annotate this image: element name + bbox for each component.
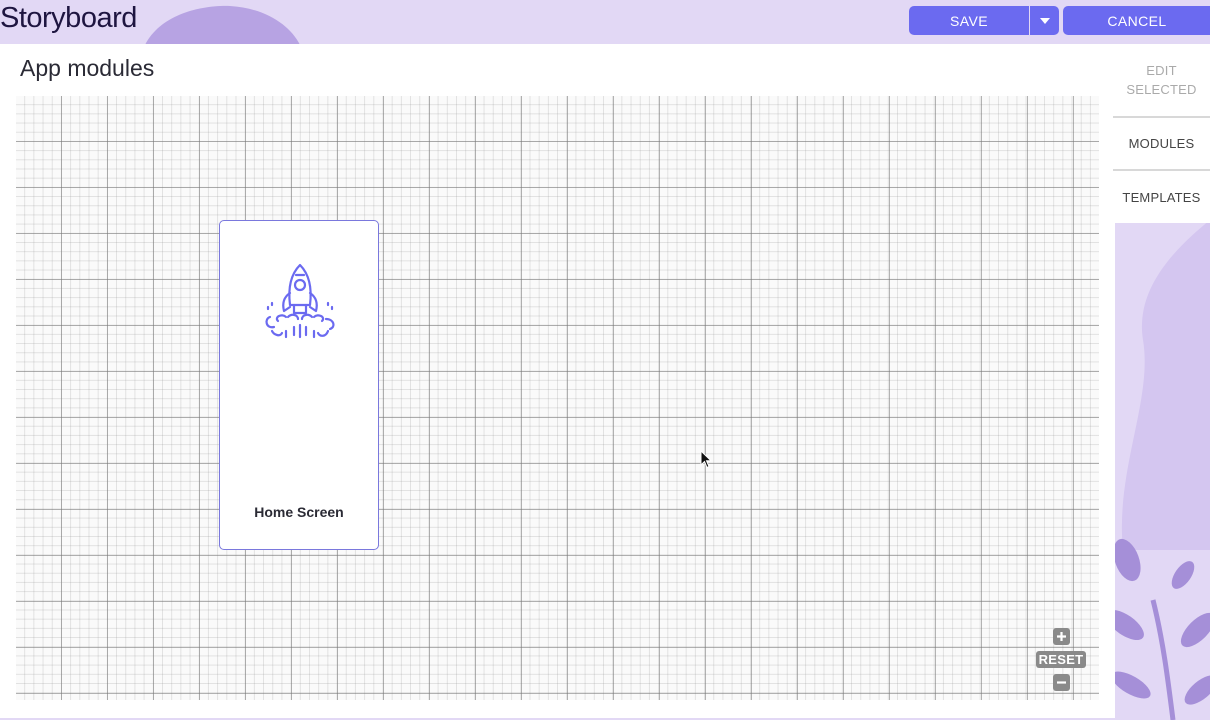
save-button[interactable]: SAVE: [909, 6, 1029, 35]
edit-selected-tab[interactable]: EDIT SELECTED: [1113, 44, 1210, 118]
modules-tab[interactable]: MODULES: [1113, 118, 1210, 171]
storyboard-panel: App modules Home Screen RESET: [0, 44, 1115, 718]
zoom-in-button[interactable]: [1052, 628, 1070, 645]
save-options-dropdown-button[interactable]: [1030, 6, 1059, 35]
mouse-cursor-icon: [700, 450, 712, 469]
zoom-controls: RESET: [1032, 628, 1090, 691]
cancel-button[interactable]: CANCEL: [1063, 6, 1210, 35]
rocket-icon: [265, 263, 335, 339]
right-sidebar: EDIT SELECTED MODULES TEMPLATES: [1113, 44, 1210, 223]
plus-icon: [1056, 632, 1066, 641]
minus-icon: [1056, 681, 1066, 684]
background-blob-top: [145, 5, 300, 45]
zoom-reset-button[interactable]: RESET: [1035, 651, 1087, 668]
module-label: Home Screen: [254, 504, 344, 520]
templates-tab[interactable]: TEMPLATES: [1113, 171, 1210, 223]
background-blob-right: [1121, 220, 1210, 550]
caret-down-icon: [1039, 17, 1050, 24]
app-title: Storyboard: [0, 2, 137, 34]
background-leaf-decoration: [1113, 538, 1210, 720]
module-card-home-screen[interactable]: Home Screen: [219, 220, 379, 550]
toolbar: SAVE CANCEL: [909, 6, 1210, 35]
zoom-out-button[interactable]: [1052, 674, 1070, 691]
page-title: App modules: [20, 55, 155, 81]
storyboard-canvas[interactable]: Home Screen RESET: [16, 96, 1099, 700]
